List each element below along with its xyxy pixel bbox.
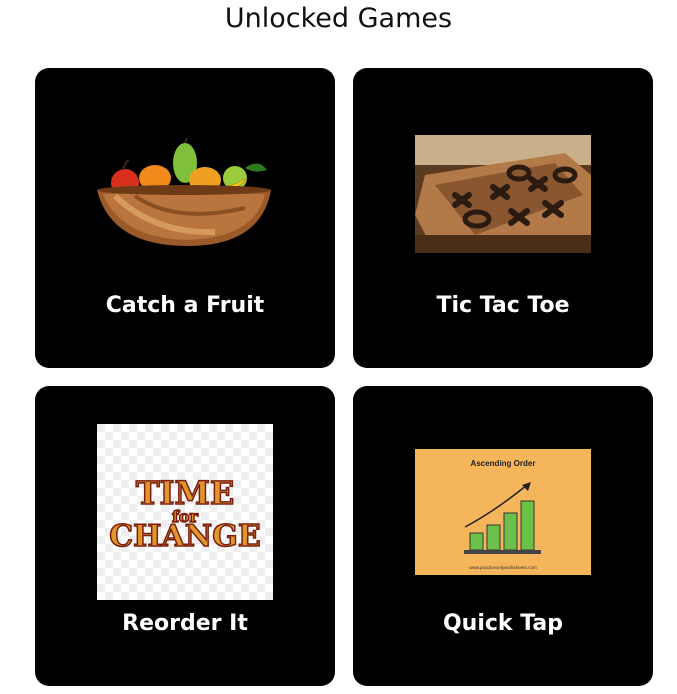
page-title: Unlocked Games xyxy=(224,3,453,34)
fruit-bowl-image xyxy=(97,138,271,246)
game-label: Catch a Fruit xyxy=(105,293,265,318)
ascending-order-chart-image: Ascending Order www.practiceonlyworkshee… xyxy=(415,449,591,575)
game-card-reorder-it[interactable]: TIME for CHANGE Reorder It xyxy=(35,386,335,686)
game-card-catch-a-fruit[interactable]: Catch a Fruit xyxy=(35,68,335,368)
image-text-website: www.practiceonlyworksheets.com xyxy=(469,565,537,570)
game-card-tic-tac-toe[interactable]: Tic Tac Toe xyxy=(353,68,653,368)
game-label: Reorder It xyxy=(122,611,248,636)
image-text-change: CHANGE xyxy=(109,519,260,554)
game-card-quick-tap[interactable]: Ascending Order www.practiceonlyworkshee… xyxy=(353,386,653,686)
time-for-change-image: TIME for CHANGE xyxy=(97,424,273,600)
image-text-ascending-order: Ascending Order xyxy=(471,459,536,468)
game-label: Tic Tac Toe xyxy=(436,293,570,318)
tic-tac-toe-board-image xyxy=(415,135,591,253)
game-label: Quick Tap xyxy=(442,611,563,636)
